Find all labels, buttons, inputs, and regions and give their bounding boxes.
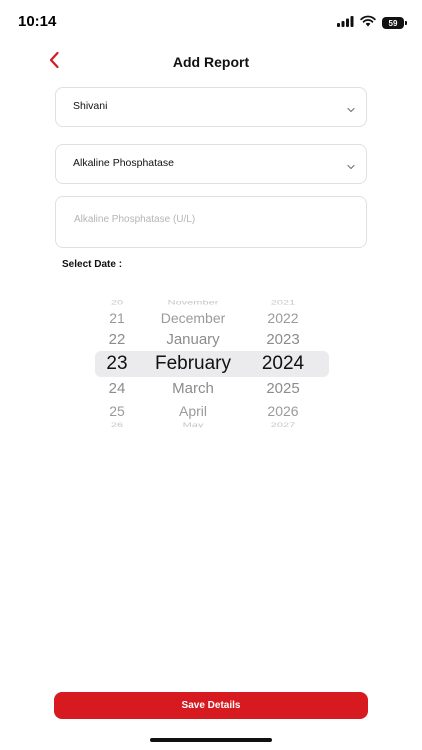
wifi-icon: [360, 14, 376, 32]
year-wheel[interactable]: 2021 2022 2023 2024 2025 2026 2027: [255, 295, 311, 435]
member-select[interactable]: Shivani: [55, 87, 367, 127]
save-details-button[interactable]: Save Details: [54, 692, 368, 719]
day-option[interactable]: 24: [97, 380, 137, 397]
year-option[interactable]: 2022: [255, 310, 311, 326]
year-option[interactable]: 2021: [255, 300, 311, 306]
day-option[interactable]: 20: [97, 300, 137, 306]
day-option[interactable]: 22: [97, 331, 137, 348]
day-wheel[interactable]: 20 21 22 23 24 25 26: [97, 295, 137, 435]
chevron-down-icon: [346, 159, 356, 170]
day-option[interactable]: 21: [97, 310, 137, 326]
month-option[interactable]: March: [145, 380, 241, 397]
test-select-value: Alkaline Phosphatase: [73, 157, 174, 169]
result-input[interactable]: [72, 213, 346, 226]
day-selected[interactable]: 23: [97, 353, 137, 375]
year-option[interactable]: 2027: [255, 422, 311, 428]
year-option[interactable]: 2025: [255, 380, 311, 397]
battery-level: 59: [388, 18, 398, 28]
year-option[interactable]: 2023: [255, 331, 311, 348]
battery-icon: 59: [382, 17, 407, 29]
status-time: 10:14: [18, 13, 57, 30]
month-option[interactable]: May: [145, 422, 241, 428]
chevron-down-icon: [346, 102, 356, 113]
signal-icon: [337, 14, 354, 32]
month-option[interactable]: November: [145, 300, 241, 306]
month-option[interactable]: December: [145, 310, 241, 326]
date-picker[interactable]: 20 21 22 23 24 25 26 November December J…: [95, 295, 329, 435]
home-indicator: [150, 738, 272, 742]
month-wheel[interactable]: November December January February March…: [145, 295, 241, 435]
month-option[interactable]: April: [145, 403, 241, 419]
day-option[interactable]: 26: [97, 422, 137, 428]
status-bar: 10:14 59: [0, 0, 422, 44]
year-selected[interactable]: 2024: [255, 353, 311, 375]
result-field[interactable]: [55, 196, 367, 248]
test-select[interactable]: Alkaline Phosphatase: [55, 144, 367, 184]
member-select-value: Shivani: [73, 100, 108, 112]
month-selected[interactable]: February: [145, 353, 241, 375]
header: Add Report: [0, 44, 422, 80]
page-title: Add Report: [172, 54, 250, 70]
year-option[interactable]: 2026: [255, 403, 311, 419]
month-option[interactable]: January: [145, 331, 241, 348]
select-date-label: Select Date :: [62, 259, 123, 270]
day-option[interactable]: 25: [97, 403, 137, 419]
status-icons: 59: [337, 14, 407, 32]
